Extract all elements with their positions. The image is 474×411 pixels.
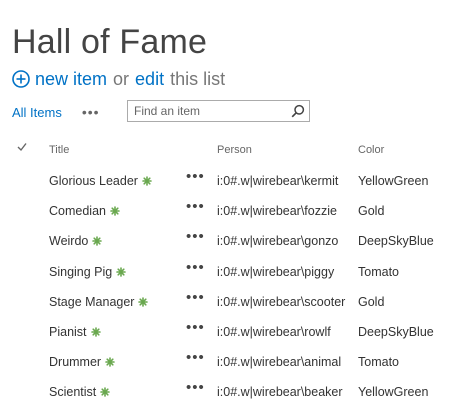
view-all-items[interactable]: All Items (12, 105, 62, 120)
search-box (127, 100, 310, 122)
row-title[interactable]: Weirdo (49, 234, 103, 248)
row-title-text[interactable]: Drummer (49, 355, 101, 369)
table-row[interactable]: Scientist ••• i:0#.w|wirebear\beaker Yellow… (0, 377, 474, 407)
row-title-text[interactable]: Singing Pig (49, 265, 112, 279)
row-title-text[interactable]: Stage Manager (49, 295, 134, 309)
table-row[interactable]: Comedian ••• i:0#.w|wirebear\fozzie Gold (0, 196, 474, 226)
this-list-text: this list (170, 68, 226, 89)
row-ellipsis-menu[interactable]: ••• (186, 168, 205, 185)
row-color: DeepSkyBlue (358, 234, 434, 249)
table-row[interactable]: Pianist ••• i:0#.w|wirebear\rowlf DeepSkyBl… (0, 317, 474, 347)
new-item-link[interactable]: new item (35, 69, 107, 90)
row-person: i:0#.w|wirebear\kermit (217, 174, 339, 188)
row-ellipsis-menu[interactable]: ••• (186, 198, 205, 215)
column-header-person[interactable]: Person (217, 144, 252, 156)
plus-circle-icon[interactable] (12, 70, 30, 88)
row-title[interactable]: Glorious Leader (49, 174, 152, 188)
row-color: Gold (358, 294, 385, 309)
row-title-text[interactable]: Glorious Leader (49, 174, 138, 188)
command-bar: new item or edit this list (12, 66, 225, 92)
table-row[interactable]: Singing Pig ••• i:0#.w|wirebear\piggy Tomat… (0, 257, 474, 287)
row-title[interactable]: Singing Pig (49, 265, 127, 279)
page-title: Hall of Fame (12, 22, 208, 61)
row-person: i:0#.w|wirebear\rowlf (217, 325, 331, 339)
search-icon[interactable] (291, 104, 305, 118)
row-title-text[interactable]: Pianist (49, 325, 87, 339)
row-ellipsis-menu[interactable]: ••• (186, 228, 205, 245)
row-color: Tomato (358, 355, 399, 370)
new-item-glyph-icon (90, 327, 101, 337)
row-title[interactable]: Stage Manager (49, 295, 149, 309)
new-item-glyph-icon (100, 387, 111, 398)
row-ellipsis-menu[interactable]: ••• (186, 379, 205, 396)
checkmark-icon[interactable] (17, 142, 27, 152)
view-bar: All Items ••• (12, 99, 100, 125)
column-header-title[interactable]: Title (49, 144, 69, 156)
row-title-text[interactable]: Scientist (49, 385, 96, 399)
table-row[interactable]: Stage Manager ••• i:0#.w|wirebear\scooter G… (0, 287, 474, 317)
search-input[interactable] (128, 101, 284, 121)
row-person: i:0#.w|wirebear\gonzo (217, 234, 339, 249)
row-title-text[interactable]: Comedian (49, 204, 106, 218)
row-color: DeepSkyBlue (358, 325, 434, 339)
row-person: i:0#.w|wirebear\animal (217, 355, 342, 370)
row-color: Tomato (358, 264, 399, 279)
new-item-glyph-icon (142, 176, 152, 186)
row-title[interactable]: Scientist (49, 385, 111, 399)
new-item-glyph-icon (116, 266, 127, 277)
row-ellipsis-menu[interactable]: ••• (186, 289, 205, 306)
view-menu-ellipsis[interactable]: ••• (82, 105, 100, 119)
row-title[interactable]: Drummer (49, 355, 115, 369)
row-title-text[interactable]: Weirdo (49, 234, 88, 248)
row-person: i:0#.w|wirebear\scooter (217, 294, 346, 309)
new-item-glyph-icon (110, 206, 120, 216)
edit-link[interactable]: edit (135, 69, 164, 90)
row-person: i:0#.w|wirebear\beaker (217, 385, 343, 400)
row-color: Gold (358, 204, 385, 219)
table-row[interactable]: Drummer ••• i:0#.w|wirebear\animal Tomato (0, 347, 474, 377)
row-ellipsis-menu[interactable]: ••• (186, 349, 205, 366)
row-ellipsis-menu[interactable]: ••• (186, 259, 205, 276)
new-item-glyph-icon (138, 296, 149, 307)
row-ellipsis-menu[interactable]: ••• (186, 319, 205, 336)
row-color: YellowGreen (358, 385, 429, 400)
new-item-glyph-icon (105, 357, 115, 367)
row-title[interactable]: Pianist (49, 325, 101, 339)
new-item-glyph-icon (92, 236, 103, 247)
column-header-color[interactable]: Color (358, 144, 384, 156)
row-title[interactable]: Comedian (49, 204, 120, 218)
row-person: i:0#.w|wirebear\fozzie (217, 204, 337, 219)
or-text: or (113, 68, 130, 89)
row-person: i:0#.w|wirebear\piggy (217, 264, 335, 279)
table-row[interactable]: Glorious Leader ••• i:0#.w|wirebear\kermit… (0, 166, 474, 196)
row-color: YellowGreen (358, 174, 429, 188)
table-row[interactable]: Weirdo ••• i:0#.w|wirebear\gonzo DeepSkyBlu… (0, 226, 474, 256)
